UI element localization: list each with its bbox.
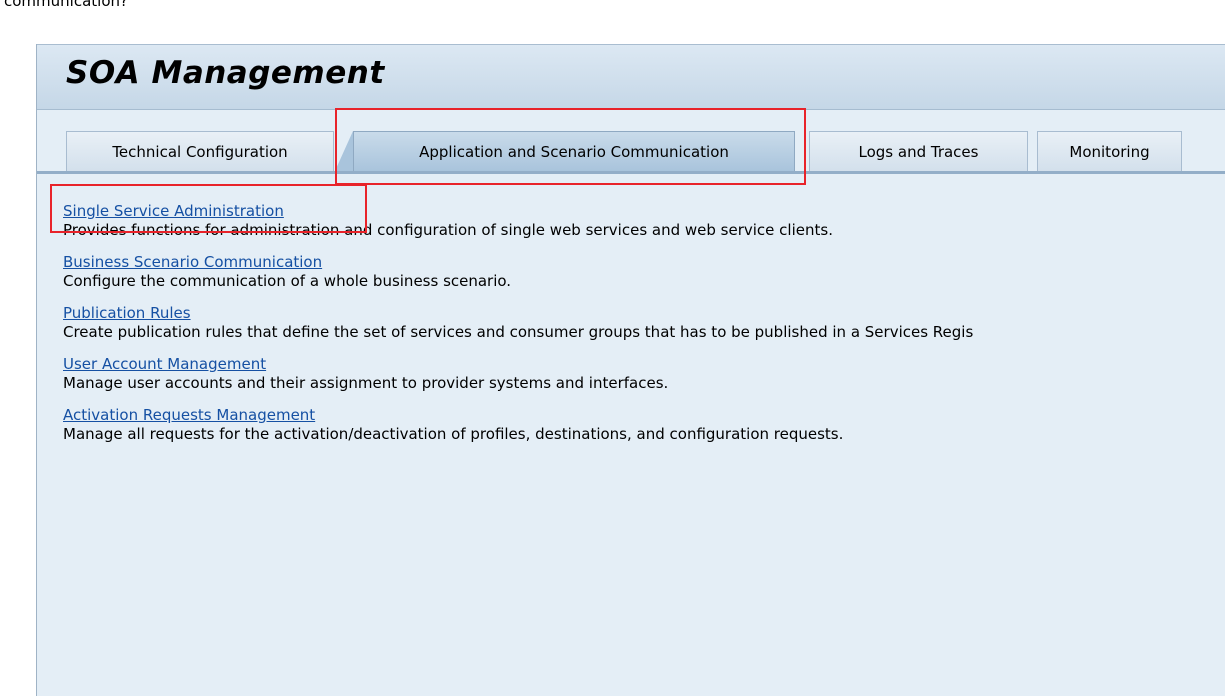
title-bar: SOA Management [37, 44, 1225, 110]
tab-underline [37, 171, 1225, 174]
soa-management-panel: SOA Management Technical Configuration A… [36, 44, 1225, 696]
link-description: Provides functions for administration an… [63, 221, 833, 239]
list-item: Activation Requests Management Manage al… [63, 405, 1223, 444]
active-tab-slant [335, 131, 353, 171]
link-description: Create publication rules that define the… [63, 323, 974, 341]
link-description: Manage user accounts and their assignmen… [63, 374, 669, 392]
single-service-administration-link[interactable]: Single Service Administration [63, 202, 284, 221]
link-description: Configure the communication of a whole b… [63, 272, 512, 290]
link-description: Manage all requests for the activation/d… [63, 425, 844, 443]
link-list: Single Service Administration Provides f… [63, 201, 1223, 456]
page-title: SOA Management [66, 55, 385, 91]
list-item: Business Scenario Communication Configur… [63, 252, 1223, 291]
tab-label: Technical Configuration [112, 142, 288, 161]
activation-requests-management-link[interactable]: Activation Requests Management [63, 406, 315, 425]
tab-label: Application and Scenario Communication [419, 142, 729, 161]
business-scenario-communication-link[interactable]: Business Scenario Communication [63, 253, 322, 272]
user-account-management-link[interactable]: User Account Management [63, 355, 266, 374]
tab-label: Monitoring [1069, 142, 1150, 161]
publication-rules-link[interactable]: Publication Rules [63, 304, 191, 323]
clipped-heading: communication? [4, 0, 128, 10]
tab-technical-configuration[interactable]: Technical Configuration [66, 131, 334, 171]
list-item: Publication Rules Create publication rul… [63, 303, 1223, 342]
list-item: User Account Management Manage user acco… [63, 354, 1223, 393]
tab-label: Logs and Traces [858, 142, 979, 161]
tab-monitoring[interactable]: Monitoring [1037, 131, 1182, 171]
tab-strip: Technical Configuration Application and … [37, 110, 1225, 174]
list-item: Single Service Administration Provides f… [63, 201, 1223, 240]
tab-application-and-scenario-communication[interactable]: Application and Scenario Communication [353, 131, 795, 171]
tab-logs-and-traces[interactable]: Logs and Traces [809, 131, 1028, 171]
